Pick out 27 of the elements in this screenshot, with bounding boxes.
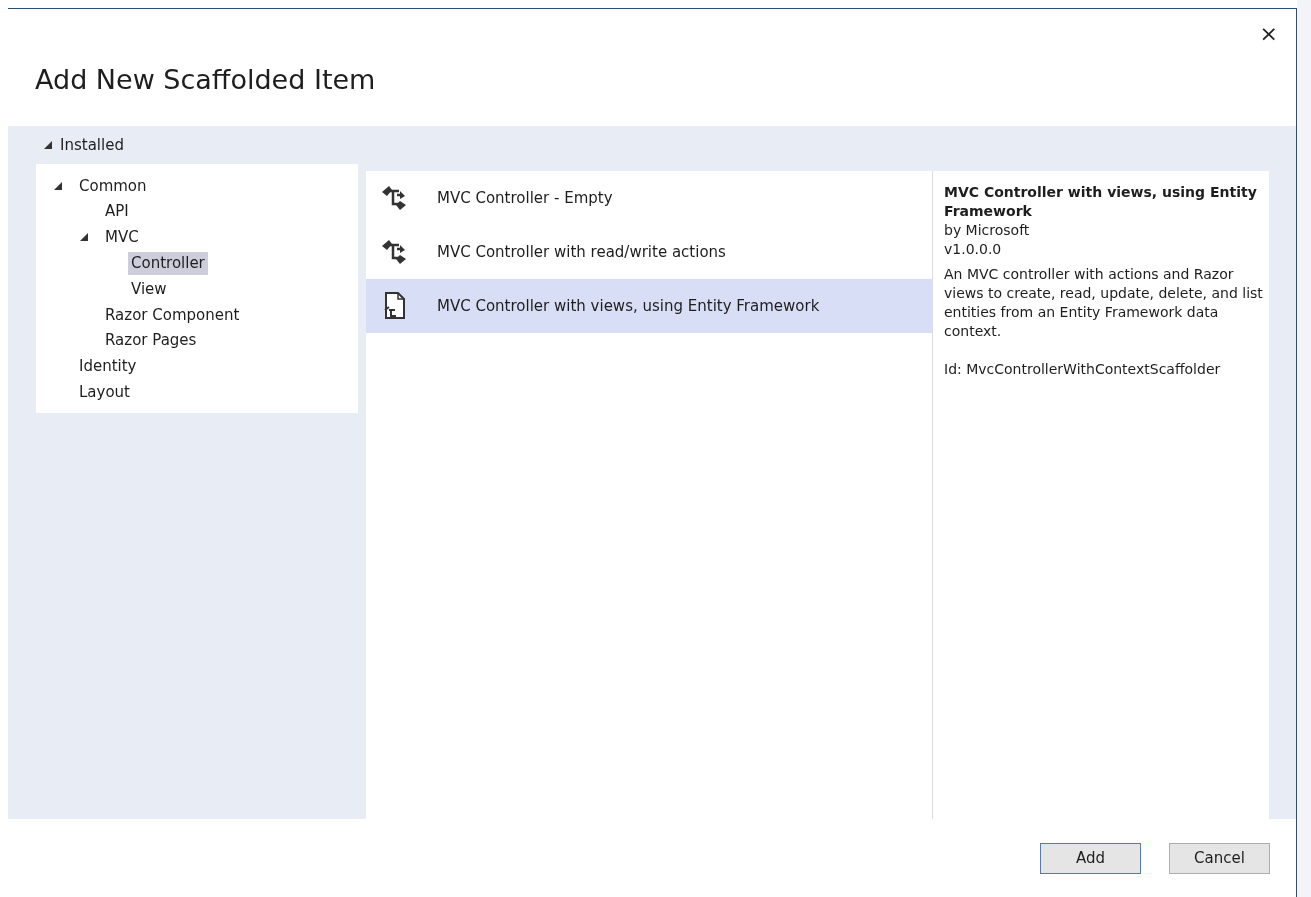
tree-item[interactable]: MVC [102,226,142,249]
template-item[interactable]: MVC Controller with views, using Entity Framework [366,279,932,333]
expand-triangle-icon[interactable] [54,181,62,190]
tree-root-label[interactable]: Installed [60,133,124,157]
close-button[interactable]: × [1259,23,1278,45]
tree-item[interactable]: API [102,200,132,223]
template-item[interactable]: MVC Controller with read/write actions [366,225,932,279]
tree-item[interactable]: Controller [128,252,208,275]
details-id: Id: MvcControllerWithContextScaffolder [944,360,1222,379]
tree-item[interactable]: View [128,277,170,301]
add-button[interactable]: Add [1040,843,1141,874]
document-icon [382,291,408,321]
expand-triangle-icon[interactable] [80,233,88,242]
tree-item[interactable]: Razor Component [102,303,243,327]
tree-item[interactable]: Razor Pages [102,329,200,352]
dialog-title: Add New Scaffolded Item [35,63,376,97]
tree-item[interactable]: Layout [76,381,133,404]
tree-item[interactable]: Common [76,174,150,198]
cancel-button[interactable]: Cancel [1169,843,1270,874]
tree-item[interactable]: Identity [76,355,140,378]
template-item[interactable]: MVC Controller - Empty [366,171,932,225]
details-version: v1.0.0.0 [944,240,1003,259]
controller-icon [382,238,408,266]
controller-icon [382,184,408,212]
expand-triangle-icon[interactable] [44,141,52,149]
details-description: An MVC controller with actions and Razor views to create, read, update, delete, and list entities from an Entity Framework data context. [944,265,1263,341]
details-author: by Microsoft [944,221,1031,240]
